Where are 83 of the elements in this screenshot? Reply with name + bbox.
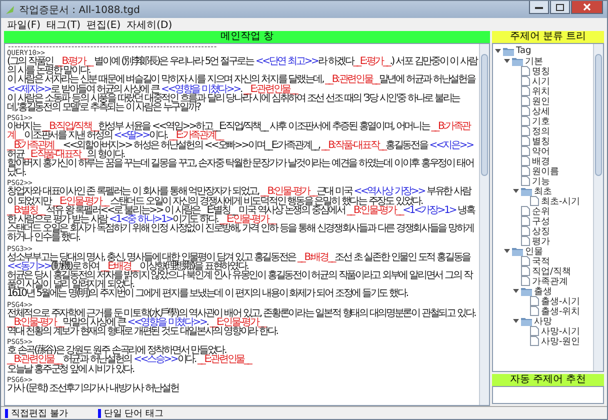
- folder-icon: [503, 46, 514, 56]
- tree-item[interactable]: 원이름: [532, 164, 559, 178]
- tree-item[interactable]: 명칭: [532, 64, 550, 78]
- tree-item[interactable]: 최초-시기: [541, 194, 580, 208]
- tree-item[interactable]: 별칭: [532, 134, 550, 148]
- panel-header: 메인작업 창: [4, 31, 490, 43]
- expanded-arrow-icon[interactable]: [513, 188, 519, 194]
- tree-item[interactable]: 사망: [534, 314, 552, 328]
- folder-icon: [512, 246, 523, 256]
- menu-item[interactable]: 태그(T): [46, 18, 80, 32]
- paragraph: 가사 (문학) 조선후기의가사 내방가사 허난설헌: [7, 384, 180, 394]
- close-icon: [583, 3, 591, 11]
- tree-item[interactable]: 평가: [532, 234, 550, 248]
- paragraph: 오늘날 홍주군청 앞에 시비가 있다.: [7, 364, 136, 374]
- tree-item[interactable]: 원인: [532, 94, 550, 108]
- window-title: 작업증문서 : All-1088.tgd: [19, 4, 141, 16]
- paragraph: 창업자와 대표이사인 존 록펠러는 이 회사를 통해 억만장자가 되었고, __B:인물-평가__근대 미국 <<역사상 가장>> 부유한 사람이 되었지만 __E:인물-평가__ 스탠더드 오일이 자신의 경쟁사에게 비도덕적인 행동을 은밀히 했다는 주장도 있었다.: [7, 187, 471, 206]
- tree-item[interactable]: 최초: [534, 184, 552, 198]
- text-editor[interactable]: [4, 43, 490, 406]
- tree-item[interactable]: 사망-원인: [541, 334, 580, 348]
- tree-item[interactable]: 시기: [532, 74, 550, 88]
- tree-item[interactable]: 출생-위치: [541, 304, 580, 318]
- paragraph: __B:가족관계__ <<외할아버지>> 허성은 허난설헌의 <<오빠>>이며__E:가족관계__, __B:작품-대표작__홍길동전을 <<지은>> 허균__E:작품-대표작__의 형이다.: [7, 140, 474, 160]
- expanded-arrow-icon[interactable]: [495, 48, 501, 54]
- folder-icon: [521, 316, 532, 326]
- paragraph: (그의 작품인 __B:평가__ 별이예 (別李郞長)은 우리나라 5언 절구로는 <<단연 최고>>라 하겠다__E:평가__.) 서포 김만중이 이 사람의 시를 논평한 말이다.: [7, 57, 477, 76]
- minimize-icon: [535, 6, 543, 8]
- paragraph: 스탠더드 오일은 회사가 독점하기 위해 인정 사정없이 진로방해, 가격 인하 등을 통해 신경쟁회사들과 다른 경쟁회사들을 망하게 하거나 인수를 했다.: [7, 224, 474, 243]
- tree-item[interactable]: 순위: [532, 204, 550, 218]
- tree-item[interactable]: 출생-시기: [541, 294, 580, 308]
- panel-header: 자동 주제어 추천: [492, 374, 604, 386]
- tree-item[interactable]: 정의: [532, 124, 550, 138]
- close-button[interactable]: [571, 1, 603, 14]
- menu-item[interactable]: 파일(F): [7, 18, 41, 32]
- tree-item[interactable]: 국적: [532, 254, 550, 268]
- tree-item[interactable]: 상징: [532, 224, 550, 238]
- paragraph: __B:별칭__ 석유 왕 록펠러<<로 불리는>> 이 사람은__E:별칭__ 미국 역사상 논쟁의 중심에서 __B:인물-평가__<1<가장>1> 냉혹한 사람으로 평가 받는 사람 <1<중 하나>1>이기도 하다. __E:인물-평가__: [7, 206, 476, 224]
- scrollbar[interactable]: [593, 44, 603, 371]
- paragraph: 아버지는 __B:직업/직책__한성부 서윤을 <<역임>>하고__E:직업/직책__ 사후 이조판서에 추증된 홍열이며, 어머니는 __B:가족관계__ 이조판서를 지낸 허성의 <<딸>>이다. __E:가족관계__: [7, 122, 470, 141]
- paragraph: 역대 천황의 계보가 현재의 형태로 개편된 것도 대일본사의 영향이라 한다.: [7, 327, 279, 336]
- paragraph: 할아버지 홍가신이 하루는 꿈을 꾸는데 길몽을 꾸고, 손자중 탁월한 문장가가 날것이라는 예견을 하였는데 이이후 홍우정이 태어 났다.: [7, 159, 474, 178]
- scrollbar[interactable]: [479, 44, 489, 405]
- maximize-button[interactable]: [550, 1, 570, 14]
- paragraph: __B:인물-평가__막말의 사상에 큰 <<영향을 미쳤다>>. __E:인물-평가__: [7, 318, 266, 328]
- tree-item[interactable]: 위치: [532, 84, 550, 98]
- tree-item[interactable]: 출생: [534, 284, 552, 298]
- separator-line: ------------------------------------------------------------------: [7, 44, 218, 50]
- paragraph: 이 사람은 소동파 등의 시풍을 따랐던 대중적인 흐름과 달리 당나라 시에 심취하여 조선 선조 때의 '3당 시인'중 하나로 불리는데,'홍길동전의 모델'로 추측되는 이 사람은 누구일까?: [7, 94, 462, 112]
- tree-item[interactable]: 기본: [525, 54, 543, 68]
- minimize-button[interactable]: [529, 1, 549, 14]
- tree-item[interactable]: Tag: [516, 46, 532, 56]
- folder-icon: [521, 186, 532, 196]
- tree-item[interactable]: 상세: [532, 104, 550, 118]
- maximize-icon: [556, 4, 564, 10]
- tree-item[interactable]: 구성: [532, 214, 550, 228]
- tree-item[interactable]: 사망-시기: [541, 324, 580, 338]
- status-text: 직접편집 불가: [11, 408, 68, 420]
- paragraph: 1610년 5월에는 명(明)의 주지번이 그에게 편지를 보냈는데 이 편지의 내용이 화제가 되어 조정에 들기도 했다.: [7, 289, 409, 299]
- tree-item[interactable]: 기능: [532, 174, 550, 188]
- tree-item[interactable]: 약어: [532, 144, 550, 158]
- tree-item[interactable]: 가족관계: [532, 274, 568, 288]
- app-icon: [5, 4, 15, 14]
- suggestion-list[interactable]: [492, 386, 604, 404]
- tree-item[interactable]: 인물: [525, 244, 543, 258]
- paragraph: 전체적으로 주자학에 근거를 둔 미토학(水戶學)의 역사관이 배어 있고, 존황론이라는 일본적 형태의 대의명분론이 관철되고 있다.: [7, 308, 477, 318]
- folder-icon: [512, 56, 523, 66]
- status-text: 단일 단어 태그: [104, 408, 164, 420]
- tree-item[interactable]: 직업/직책: [532, 264, 572, 278]
- expanded-arrow-icon[interactable]: [513, 318, 519, 324]
- tree-item[interactable]: 기호: [532, 114, 550, 128]
- tree-item[interactable]: 배경: [532, 154, 550, 168]
- panel-header: 주제어 분류 트리: [492, 31, 604, 43]
- expanded-arrow-icon[interactable]: [504, 248, 510, 254]
- paragraph: __B:관련인물__ 허균과 허난설헌의 <<스승>>이다. __E:관련인물__: [7, 355, 252, 365]
- expanded-arrow-icon[interactable]: [513, 288, 519, 294]
- menu-item[interactable]: 편집(E): [86, 18, 121, 32]
- paragraph: 호 손곡(蓀谷)은 강원도 원주 손곡리에 정착하면서 만들었다.: [7, 346, 226, 356]
- menu-item[interactable]: 자세히(D): [126, 18, 172, 32]
- paragraph: 허균은 당시 홍길동전의 저자를 밝히지 않았으나 북인계 인사 유몽인이 홍길동전이 허균의 작품이라고 외부에 알리면서 그의 작품인 사실이 널리 알려지게 되었다.: [7, 271, 474, 290]
- folder-icon: [521, 286, 532, 296]
- paragraph: 성소부부고는 당대의 명사, 충신, 명사들에 대한 인물평이 담겨 있고 홍길동전은 __B:배경__조선 초 실존한 인물인 도적 홍길동을 <<동기>>(動機)로 하여 __E:배경__ 이상향(理想鄕)을 표현하였다.: [7, 252, 470, 272]
- paragraph: 이 사람은 서자라는 신분 때문에 벼슬길이 막히자 시를 지으며 자신의 처지를 달랬는데, __B:관련인물__말년에 허균과 허난설헌을 <<제자>>로 받아들여 허균의 사상에 큰 <<영향을 미쳤다>>. __E:관련인물__: [7, 75, 476, 94]
- expanded-arrow-icon[interactable]: [504, 58, 510, 64]
